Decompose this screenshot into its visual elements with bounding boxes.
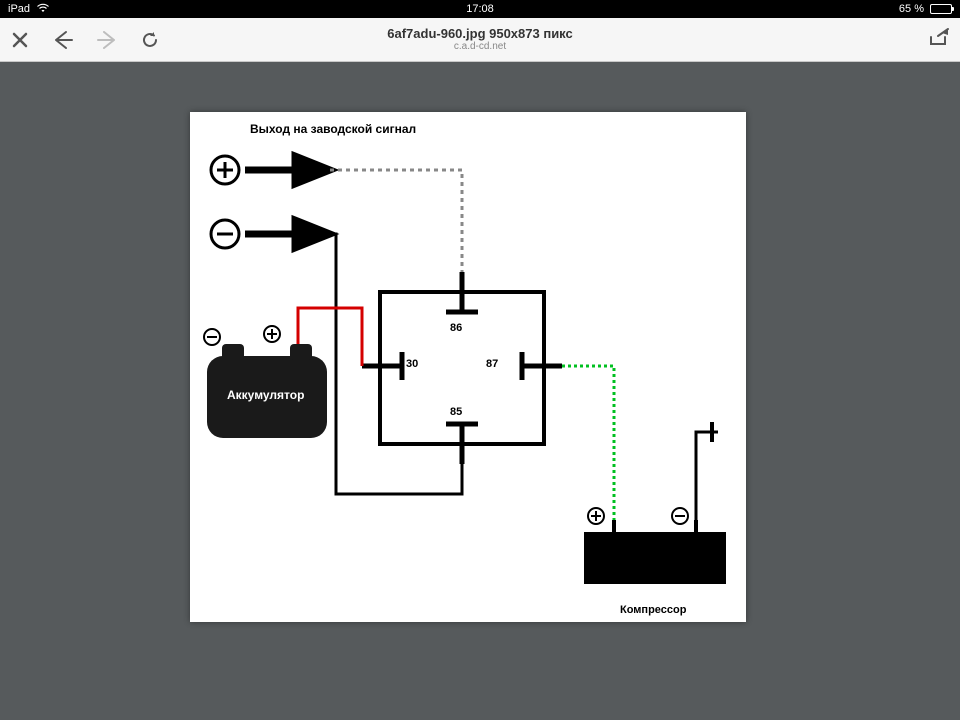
share-icon[interactable] xyxy=(928,34,950,51)
ios-status-bar: iPad 17:08 65 % xyxy=(0,0,960,18)
wifi-icon xyxy=(36,3,50,16)
battery-icon xyxy=(930,4,952,14)
page-title: 6af7adu-960.jpg 950x873 пикс xyxy=(387,27,573,41)
clock: 17:08 xyxy=(466,3,494,15)
back-icon[interactable] xyxy=(52,30,74,50)
diagram-title: Выход на заводской сигнал xyxy=(250,122,416,136)
relay-diagram xyxy=(190,112,746,622)
carrier-label: iPad xyxy=(8,3,30,15)
battery-label: Аккумулятор xyxy=(227,388,304,402)
pin-86: 86 xyxy=(450,322,462,334)
pin-85: 85 xyxy=(450,406,462,418)
page-title-block: 6af7adu-960.jpg 950x873 пикс c.a.d-cd.ne… xyxy=(387,27,573,52)
pin-30: 30 xyxy=(406,358,418,370)
refresh-icon[interactable] xyxy=(140,30,160,50)
content-area[interactable]: Выход на заводской сигнал Аккумулятор Ко… xyxy=(0,62,960,720)
forward-icon[interactable] xyxy=(96,30,118,50)
pin-87: 87 xyxy=(486,358,498,370)
browser-toolbar: 6af7adu-960.jpg 950x873 пикс c.a.d-cd.ne… xyxy=(0,18,960,62)
diagram-page: Выход на заводской сигнал Аккумулятор Ко… xyxy=(190,112,746,622)
battery-percent: 65 % xyxy=(899,3,924,15)
page-subtitle: c.a.d-cd.net xyxy=(387,41,573,52)
compressor-label: Компрессор xyxy=(620,604,686,616)
close-icon[interactable] xyxy=(10,30,30,50)
